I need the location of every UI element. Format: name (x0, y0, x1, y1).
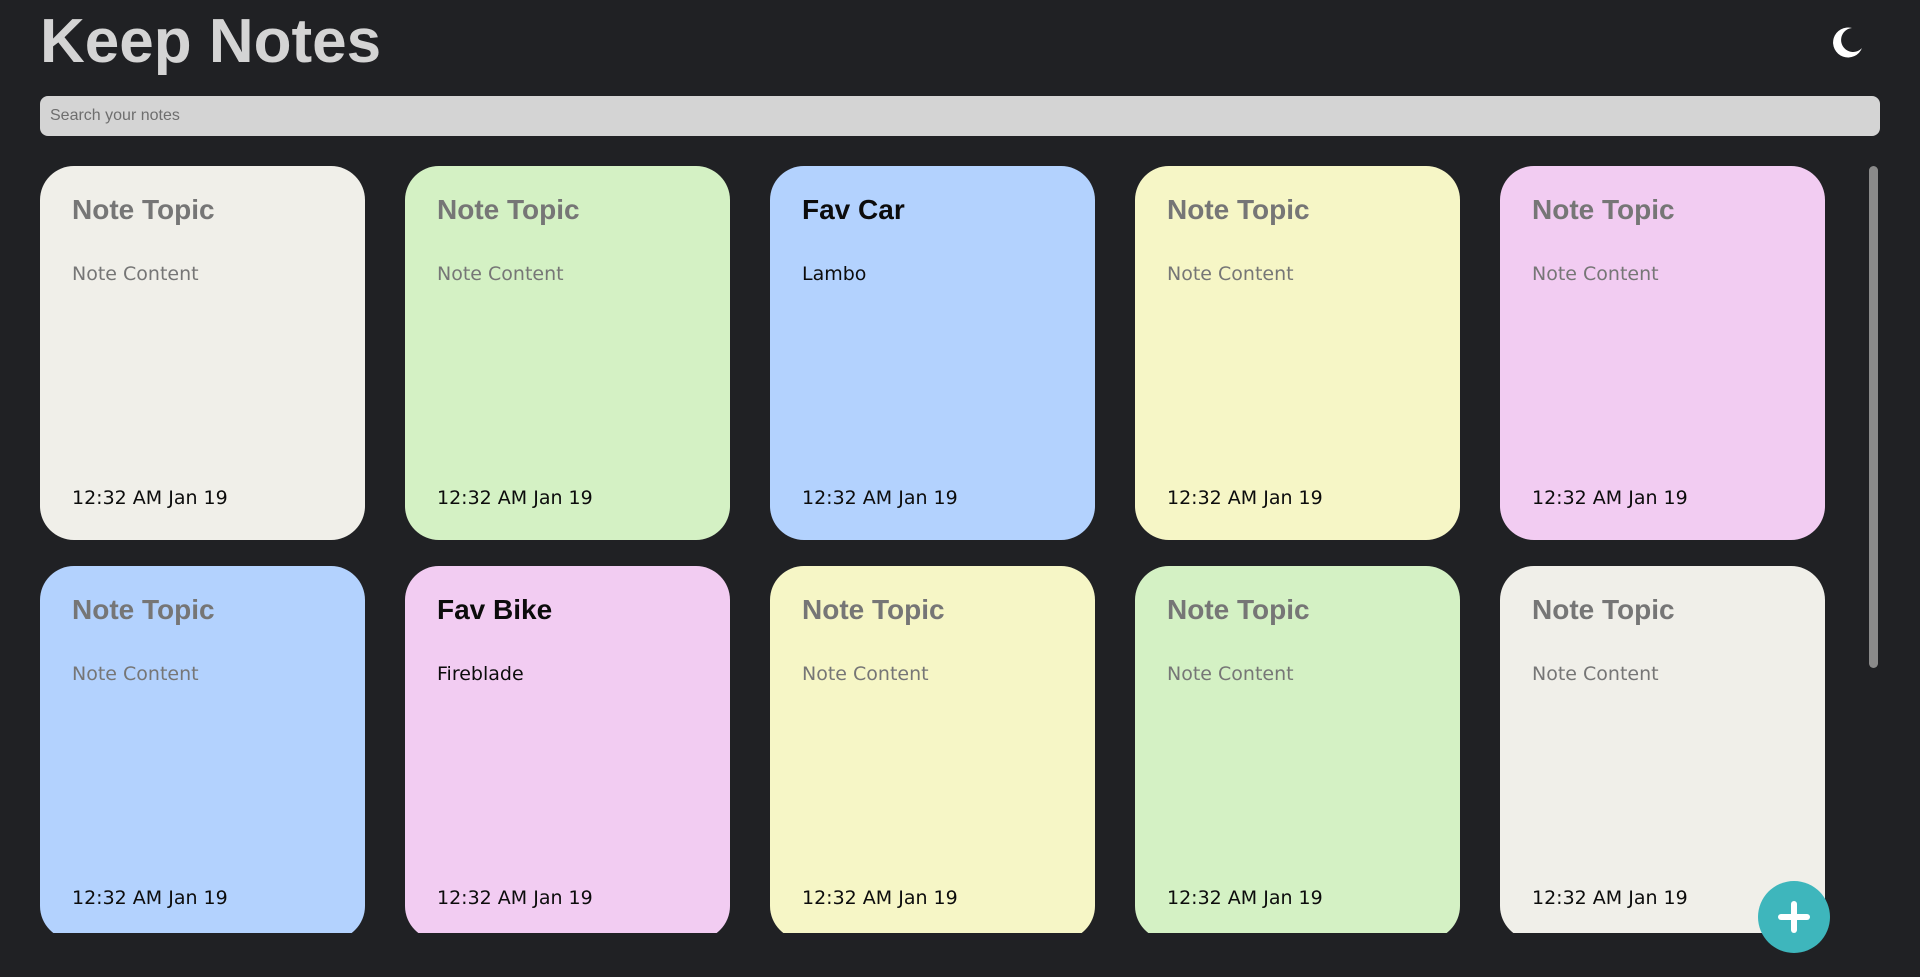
note-content: Note Content (72, 263, 199, 285)
note-card[interactable]: Note Topic Note Content 12:32 AM Jan 19 (40, 566, 365, 933)
note-content: Note Content (1532, 263, 1659, 285)
note-content: Note Content (1532, 663, 1659, 685)
keep-notes-app: Keep Notes Note Topic Note Content 12:32 A… (0, 0, 1920, 977)
note-title: Note Topic (1532, 594, 1675, 625)
theme-toggle-button[interactable] (1830, 24, 1866, 60)
note-title: Note Topic (72, 594, 215, 625)
note-timestamp: 12:32 AM Jan 19 (1167, 887, 1323, 909)
add-note-button[interactable] (1758, 881, 1830, 953)
note-title: Note Topic (1532, 194, 1675, 225)
note-card[interactable]: Note Topic Note Content 12:32 AM Jan 19 (1500, 566, 1825, 933)
note-content: Lambo (802, 263, 867, 285)
note-content: Note Content (802, 663, 929, 685)
note-card[interactable]: Fav Car Lambo 12:32 AM Jan 19 (770, 166, 1095, 540)
note-card[interactable]: Note Topic Note Content 12:32 AM Jan 19 (770, 566, 1095, 933)
note-timestamp: 12:32 AM Jan 19 (437, 487, 593, 509)
note-title: Note Topic (802, 594, 945, 625)
search-bar (40, 96, 1880, 136)
note-card[interactable]: Note Topic Note Content 12:32 AM Jan 19 (1135, 166, 1460, 540)
note-content: Note Content (72, 663, 199, 685)
notes-area: Note Topic Note Content 12:32 AM Jan 19 Not… (40, 166, 1840, 933)
note-timestamp: 12:32 AM Jan 19 (437, 887, 593, 909)
notes-grid: Note Topic Note Content 12:32 AM Jan 19 Not… (40, 166, 1840, 933)
note-timestamp: 12:32 AM Jan 19 (1532, 487, 1688, 509)
note-card[interactable]: Fav Bike Fireblade 12:32 AM Jan 19 (405, 566, 730, 933)
note-title: Fav Car (802, 194, 905, 225)
note-timestamp: 12:32 AM Jan 19 (72, 487, 228, 509)
note-timestamp: 12:32 AM Jan 19 (1167, 487, 1323, 509)
moon-icon (1833, 27, 1862, 58)
note-timestamp: 12:32 AM Jan 19 (72, 887, 228, 909)
note-timestamp: 12:32 AM Jan 19 (802, 887, 958, 909)
search-input[interactable] (40, 96, 1880, 136)
note-timestamp: 12:32 AM Jan 19 (802, 487, 958, 509)
note-content: Fireblade (437, 663, 524, 685)
scrollbar-thumb[interactable] (1869, 166, 1878, 668)
note-card[interactable]: Note Topic Note Content 12:32 AM Jan 19 (1135, 566, 1460, 933)
note-title: Fav Bike (437, 594, 553, 625)
app-title: Keep Notes (40, 7, 382, 76)
note-title: Note Topic (1167, 594, 1310, 625)
plus-icon (1778, 901, 1810, 933)
note-title: Note Topic (72, 194, 215, 225)
note-content: Note Content (1167, 663, 1294, 685)
note-card[interactable]: Note Topic Note Content 12:32 AM Jan 19 (405, 166, 730, 540)
note-card[interactable]: Note Topic Note Content 12:32 AM Jan 19 (40, 166, 365, 540)
note-title: Note Topic (437, 194, 580, 225)
note-content: Note Content (1167, 263, 1294, 285)
note-card[interactable]: Note Topic Note Content 12:32 AM Jan 19 (1500, 166, 1825, 540)
notes-scrollbar[interactable] (1866, 166, 1880, 933)
note-title: Note Topic (1167, 194, 1310, 225)
note-timestamp: 12:32 AM Jan 19 (1532, 887, 1688, 909)
note-content: Note Content (437, 263, 564, 285)
